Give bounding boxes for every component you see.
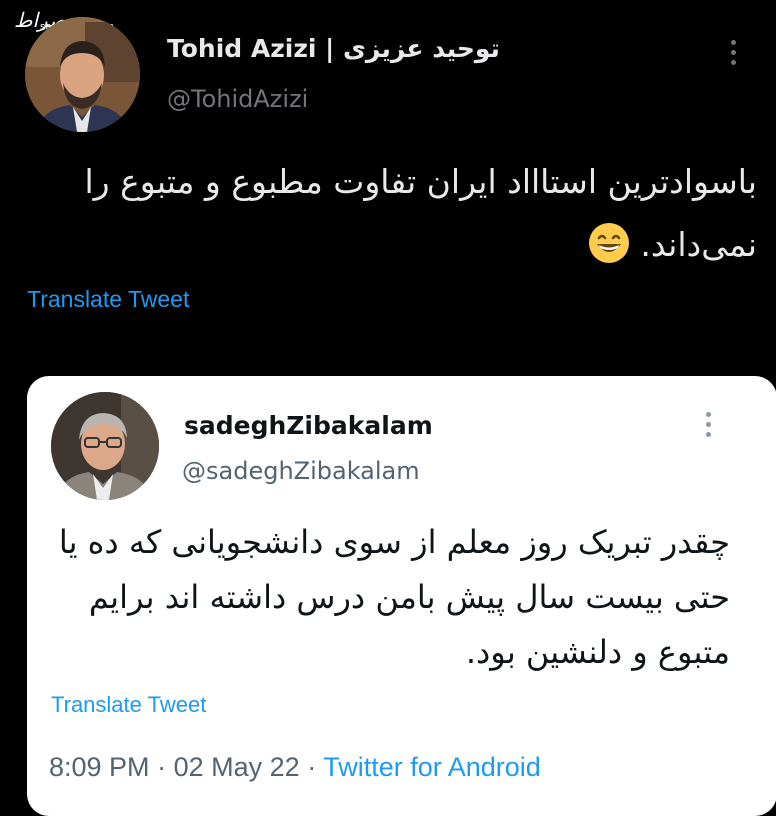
meta-separator: ·	[157, 752, 167, 782]
person-photo-icon	[25, 17, 140, 132]
meta-separator: ·	[307, 752, 317, 782]
quoted-tweet-text: چقدر تبریک روز معلم از سوی دانشجویانی که…	[58, 523, 730, 671]
quoted-translate-tweet-link[interactable]: Translate Tweet	[51, 692, 206, 718]
tweet-text: باسوادترین استاااد ایران تفاوت مطبوع و م…	[84, 162, 757, 264]
translate-tweet-link[interactable]: Translate Tweet	[27, 286, 189, 313]
quoted-author-avatar[interactable]	[51, 392, 159, 500]
tweet-time[interactable]: 8:09 PM	[49, 752, 150, 782]
grinning-face-emoji-icon	[588, 223, 629, 263]
quoted-display-name[interactable]: sadeghZibakalam	[184, 411, 433, 440]
author-display-name[interactable]: Tohid Azizi | توحید عزیزی	[167, 34, 500, 63]
quoted-more-options-icon[interactable]	[706, 412, 712, 442]
tweet-metadata: 8:09 PM · 02 May 22 · Twitter for Androi…	[49, 752, 541, 783]
author-handle[interactable]: @TohidAzizi	[167, 85, 308, 113]
person-photo-icon	[51, 392, 159, 500]
quoted-handle[interactable]: @sadeghZibakalam	[182, 457, 420, 485]
tweet-date[interactable]: 02 May 22	[174, 752, 300, 782]
more-options-icon[interactable]	[731, 40, 737, 70]
tweet-body: باسوادترین استاااد ایران تفاوت مطبوع و م…	[40, 150, 757, 276]
author-avatar[interactable]	[25, 17, 140, 132]
tweet-source-link[interactable]: Twitter for Android	[323, 752, 541, 782]
